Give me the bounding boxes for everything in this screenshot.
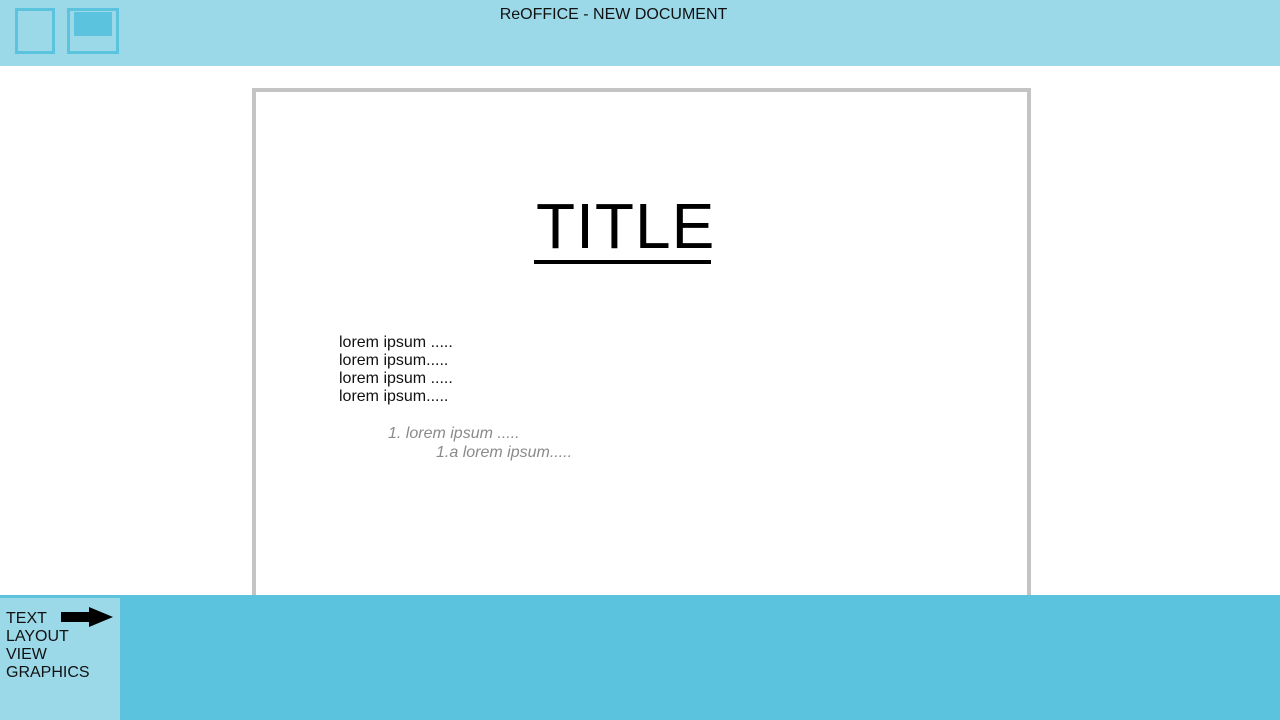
menu-item-graphics[interactable]: GRAPHICS <box>6 664 90 682</box>
menu-item-text[interactable]: TEXT <box>6 610 47 628</box>
body-line: lorem ipsum..... <box>339 352 449 369</box>
document-body[interactable]: lorem ipsum ..... lorem ipsum..... lorem… <box>339 334 453 406</box>
menu-item-layout[interactable]: LAYOUT <box>6 628 69 646</box>
window-title: ReOFFICE - NEW DOCUMENT <box>499 6 728 23</box>
arrow-right-icon <box>61 607 113 627</box>
body-line: lorem ipsum ..... <box>339 334 453 351</box>
body-line: lorem ipsum..... <box>339 388 449 405</box>
document-title[interactable]: TITLE <box>536 194 715 258</box>
title-bar: ReOFFICE - NEW DOCUMENT <box>0 0 1280 66</box>
title-underline <box>534 260 711 264</box>
list-item: 1. lorem ipsum ..... <box>388 425 520 442</box>
list-subitem: 1.a lorem ipsum..... <box>436 444 573 461</box>
body-line: lorem ipsum ..... <box>339 370 453 387</box>
document-page[interactable]: TITLE lorem ipsum ..... lorem ipsum.....… <box>252 88 1031 608</box>
bottom-toolbar: TEXT LAYOUT VIEW GRAPHICS <box>0 595 1280 720</box>
menu-panel: TEXT LAYOUT VIEW GRAPHICS <box>0 598 120 720</box>
menu-item-view[interactable]: VIEW <box>6 646 47 664</box>
